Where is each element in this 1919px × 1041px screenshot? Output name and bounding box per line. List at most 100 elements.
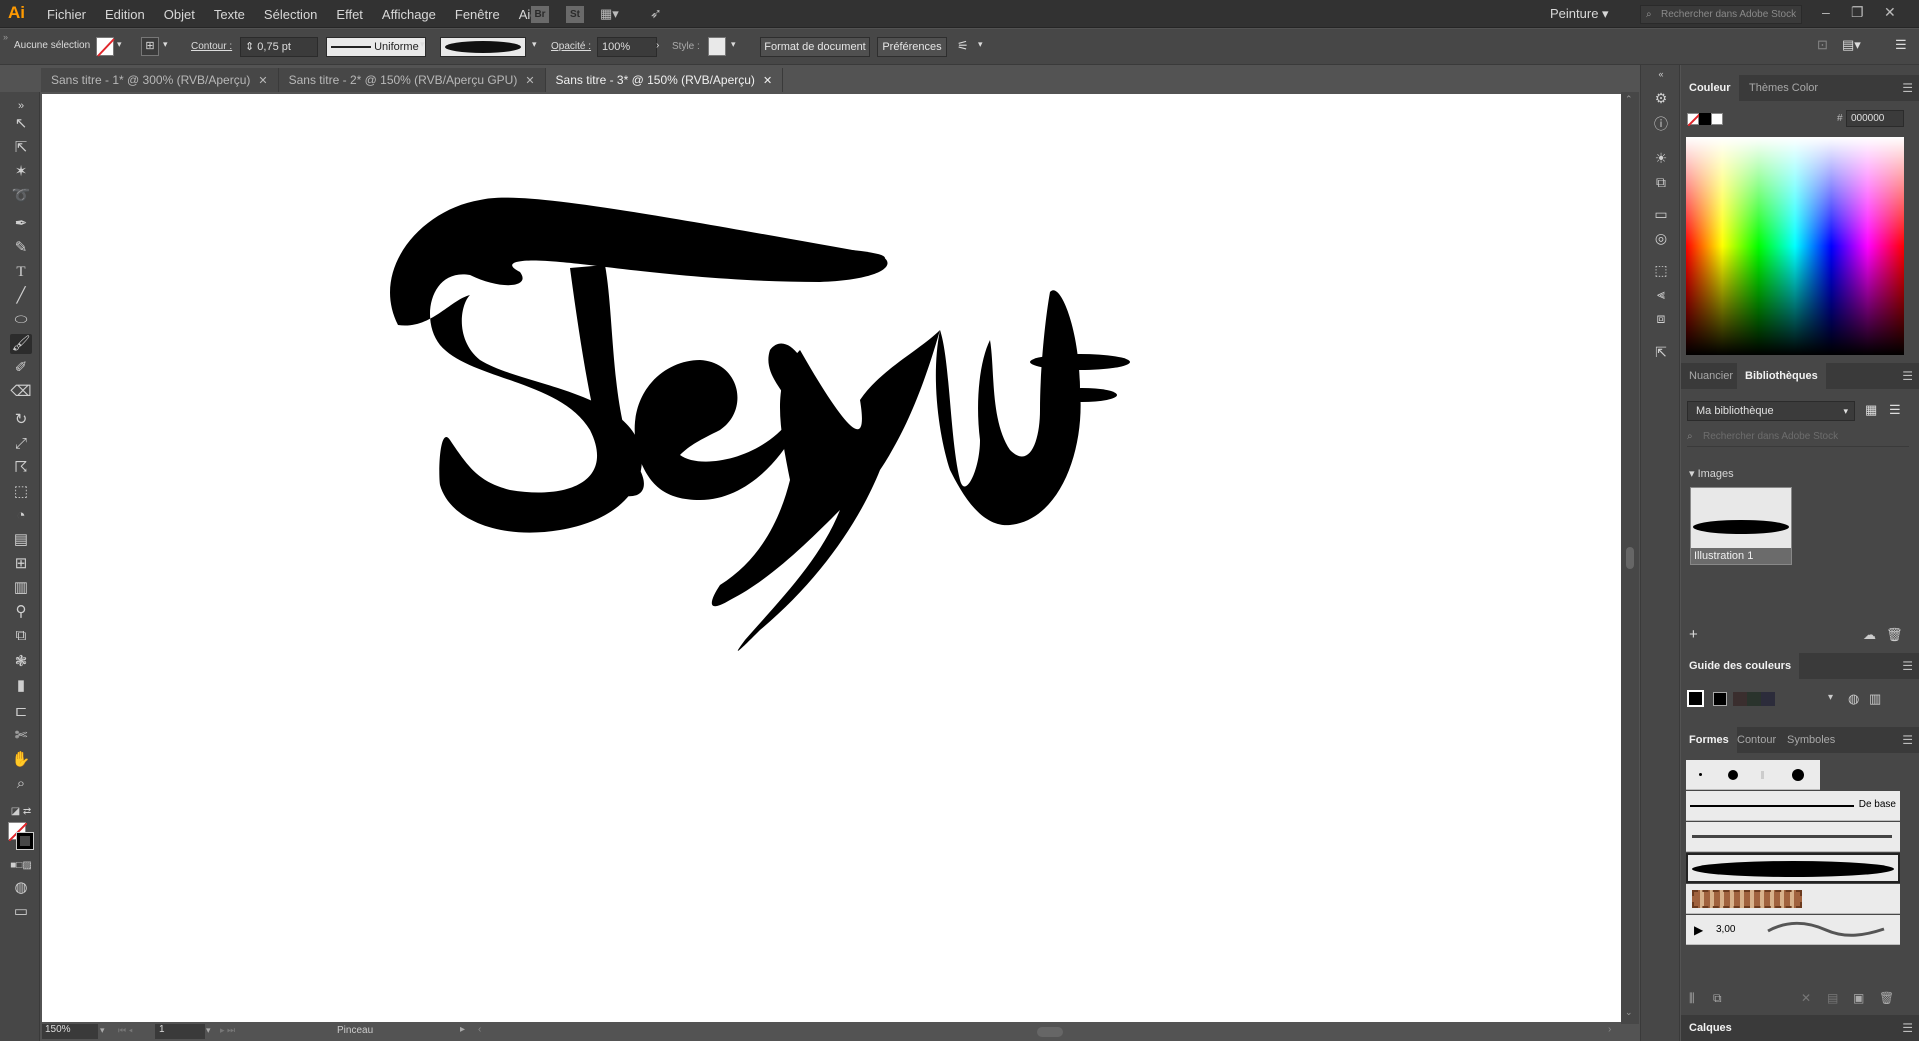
opacity-field[interactable]: 100% [597, 37, 657, 57]
screen-mode-icon[interactable]: ▭ [10, 902, 32, 922]
curvature-tool-icon[interactable]: ✎ [10, 238, 32, 258]
tab-symbols[interactable]: Symboles [1779, 727, 1843, 753]
style-swatch[interactable] [708, 37, 726, 56]
paintbrush-tool-icon[interactable]: 🖌 [10, 334, 32, 354]
hand-tool-icon[interactable]: ✋ [10, 750, 32, 770]
brush-definition[interactable] [440, 37, 526, 57]
zoom-tool-icon[interactable]: ⌕ [10, 774, 32, 794]
default-colors-icon[interactable]: ◪ ⇄ [10, 802, 32, 822]
artboard-dropdown-icon[interactable]: ▾ [206, 1025, 211, 1036]
trash-icon[interactable]: 🗑 [1886, 627, 1903, 643]
artboard-first-icon[interactable]: ⏮ ◂ [118, 1025, 133, 1036]
stroke-color-box[interactable] [16, 832, 34, 850]
brush-dot-thin[interactable] [1761, 771, 1764, 779]
tab-doc-3[interactable]: Sans titre - 3* @ 150% (RVB/Aperçu) ✕ [545, 68, 784, 92]
brush-blob-settings[interactable]: ▶ 3,00 [1686, 915, 1900, 945]
eraser-tool-icon[interactable]: ⌫ [10, 382, 32, 402]
cloud-sync-icon[interactable]: ☁ [1863, 627, 1876, 643]
brush-dot-medium[interactable] [1728, 770, 1738, 780]
free-transform-tool-icon[interactable]: ⬚ [10, 482, 32, 502]
opacity-label[interactable]: Opacité : [551, 41, 591, 52]
none-color-chip[interactable] [1687, 113, 1701, 127]
drawing-mode-icon[interactable]: ◍ [10, 878, 32, 898]
arrange-documents-icon[interactable]: ▦▾ [600, 6, 619, 22]
menu-affichage[interactable]: Affichage [382, 7, 436, 22]
blend-tool-icon[interactable]: ⧉ [10, 626, 32, 646]
control-menu-icon[interactable]: ☰ [1895, 37, 1907, 53]
panel-menu-icon[interactable]: ☰ [1902, 659, 1913, 673]
library-search-input[interactable]: ⌕ Rechercher dans Adobe Stock [1687, 427, 1909, 447]
panel-menu-icon[interactable]: ☰ [1902, 81, 1913, 95]
lasso-tool-icon[interactable]: ➰ [10, 186, 32, 206]
menu-edition[interactable]: Edition [105, 7, 145, 22]
new-brush-icon[interactable]: ▣ [1853, 991, 1864, 1005]
properties-gear-icon[interactable]: ⚙ [1652, 89, 1670, 107]
brush-basic[interactable]: De base [1686, 791, 1900, 821]
puppet-warp-tool-icon[interactable]: ☈ [10, 458, 32, 478]
guide-base-color[interactable] [1687, 690, 1704, 707]
shape-builder-tool-icon[interactable]: ◔ [10, 506, 32, 526]
color-spectrum[interactable] [1686, 137, 1904, 355]
list-view-icon[interactable]: ☰ [1889, 402, 1901, 418]
transform-icon[interactable]: ⬚ [1652, 261, 1670, 279]
type-tool-icon[interactable]: T [10, 262, 32, 282]
artboard-number-field[interactable]: 1 [155, 1024, 205, 1039]
symbol-sprayer-tool-icon[interactable]: ❃ [10, 652, 32, 672]
menu-selection[interactable]: Sélection [264, 7, 317, 22]
close-icon[interactable]: ✕ [1884, 4, 1896, 21]
hex-input[interactable]: 000000 [1846, 110, 1904, 127]
preferences-button[interactable]: Préférences [877, 37, 947, 57]
brush-charcoal[interactable] [1686, 822, 1900, 852]
zoom-field[interactable]: 150% [42, 1024, 98, 1039]
menu-effet[interactable]: Effet [336, 7, 363, 22]
pen-tool-icon[interactable]: ✒ [10, 214, 32, 234]
options-icon[interactable]: ▤ [1827, 991, 1838, 1005]
brush-dot-large[interactable] [1792, 769, 1804, 781]
bridge-button[interactable]: Br [531, 6, 549, 23]
scale-tool-icon[interactable]: ⤢ [10, 434, 32, 454]
graphic-styles-icon[interactable]: ⧉ [1652, 173, 1670, 191]
grid-view-icon[interactable]: ▦ [1865, 402, 1877, 418]
gradient-tool-icon[interactable]: ▥ [10, 578, 32, 598]
export-icon[interactable]: ⇱ [1652, 343, 1670, 361]
tab-doc-2[interactable]: Sans titre - 2* @ 150% (RVB/Aperçu GPU) ✕ [278, 68, 546, 92]
status-arrow-icon[interactable]: ▸ [460, 1024, 465, 1035]
tab-layers[interactable]: Calques [1681, 1015, 1740, 1041]
harmony-dropdown-icon[interactable]: ▾ [1828, 692, 1833, 703]
remove-stroke-icon[interactable]: ✕ [1801, 991, 1811, 1005]
scroll-left-icon[interactable]: ‹ [478, 1024, 481, 1035]
brush-library-menu-icon[interactable]: ⧉ [1713, 991, 1722, 1006]
style-dropdown-icon[interactable]: ▾ [731, 39, 736, 50]
profile-dropdown-icon[interactable]: ▾ [420, 39, 425, 50]
menu-fichier[interactable]: Fichier [47, 7, 86, 22]
zoom-dropdown-icon[interactable]: ▾ [100, 1025, 105, 1036]
brush-pattern[interactable] [1686, 884, 1900, 914]
color-wheel-icon[interactable]: ◍ [1848, 691, 1859, 707]
restore-icon[interactable]: ❐ [1851, 4, 1864, 21]
add-content-icon[interactable]: + [1689, 626, 1698, 643]
menu-fenetre[interactable]: Fenêtre [455, 7, 500, 22]
images-section-title[interactable]: ▾ Images [1689, 467, 1734, 480]
library-item-illustration[interactable]: Illustration 1 [1690, 487, 1792, 565]
gradient-panel-icon[interactable]: ▭ [1652, 205, 1670, 223]
blob-brush-tool-icon[interactable]: ✐ [10, 358, 32, 378]
panel-menu-icon[interactable]: ☰ [1902, 369, 1913, 383]
align-options-icon[interactable]: ⚟ [957, 38, 969, 54]
stroke-label[interactable]: Contour : [191, 41, 232, 52]
menu-objet[interactable]: Objet [164, 7, 195, 22]
slice-tool-icon[interactable]: ✄ [10, 726, 32, 746]
library-select[interactable]: Ma bibliothèque ▾ [1687, 401, 1855, 421]
artboard-last-icon[interactable]: ▸ ⏭ [220, 1025, 235, 1036]
brush-ellipse-selected[interactable] [1686, 853, 1900, 883]
horizontal-scroll-thumb[interactable] [1037, 1027, 1063, 1037]
info-icon[interactable]: ⓘ [1652, 115, 1670, 133]
rotate-tool-icon[interactable]: ↻ [10, 410, 32, 430]
magic-wand-tool-icon[interactable]: ✶ [10, 162, 32, 182]
vertical-scroll-thumb[interactable] [1626, 547, 1634, 569]
perspective-grid-tool-icon[interactable]: ▤ [10, 530, 32, 550]
stock-search-input[interactable]: ⌕ Rechercher dans Adobe Stock [1640, 5, 1802, 24]
edit-colors-icon[interactable]: ▥ [1869, 691, 1881, 707]
menu-texte[interactable]: Texte [214, 7, 245, 22]
fill-swatch[interactable] [96, 37, 115, 57]
guide-swatch-3[interactable] [1747, 692, 1761, 706]
